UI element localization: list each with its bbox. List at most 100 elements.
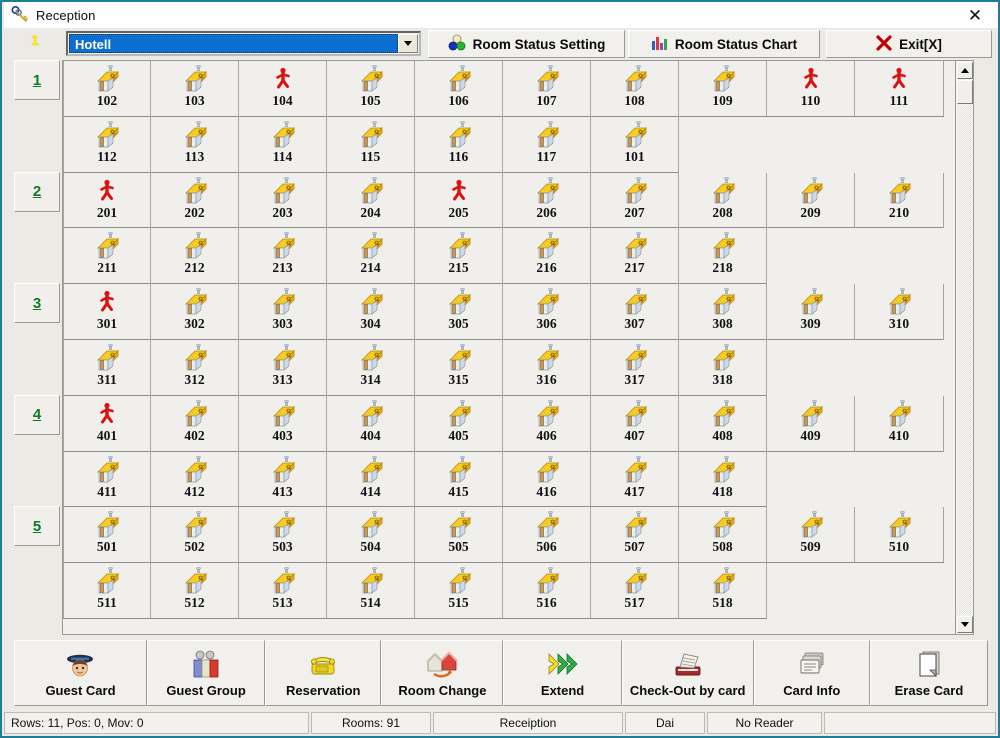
- room-cell-507[interactable]: 507: [591, 507, 679, 564]
- room-cell-214[interactable]: 214: [327, 228, 415, 285]
- room-cell-107[interactable]: 107: [503, 61, 591, 117]
- room-cell-505[interactable]: 505: [415, 507, 503, 564]
- room-cell-503[interactable]: 503: [239, 507, 327, 564]
- room-cell-307[interactable]: 307: [591, 284, 679, 340]
- room-cell-309[interactable]: 309: [767, 284, 855, 340]
- room-cell-502[interactable]: 502: [151, 507, 239, 564]
- room-cell-116[interactable]: 116: [415, 116, 503, 173]
- room-cell-202[interactable]: 202: [151, 172, 239, 229]
- room-cell-417[interactable]: 417: [591, 451, 679, 508]
- floor-button-1[interactable]: 1: [14, 60, 60, 100]
- room-cell-414[interactable]: 414: [327, 451, 415, 508]
- room-cell-401[interactable]: 401: [63, 395, 151, 452]
- room-cell-509[interactable]: 509: [767, 507, 855, 564]
- close-icon[interactable]: ✕: [962, 5, 988, 25]
- scrollbar-track[interactable]: [957, 105, 972, 615]
- room-cell-416[interactable]: 416: [503, 451, 591, 508]
- room-cell-215[interactable]: 215: [415, 228, 503, 285]
- room-cell-208[interactable]: 208: [679, 172, 767, 229]
- room-cell-405[interactable]: 405: [415, 395, 503, 452]
- room-cell-407[interactable]: 407: [591, 395, 679, 452]
- room-cell-203[interactable]: 203: [239, 172, 327, 229]
- room-cell-206[interactable]: 206: [503, 172, 591, 229]
- floor-button-2[interactable]: 2: [14, 171, 60, 212]
- room-cell-205[interactable]: 205: [415, 172, 503, 229]
- room-cell-501[interactable]: 501: [63, 507, 151, 564]
- room-cell-201[interactable]: 201: [63, 172, 151, 229]
- room-cell-512[interactable]: 512: [151, 563, 239, 619]
- room-cell-508[interactable]: 508: [679, 507, 767, 564]
- room-cell-404[interactable]: 404: [327, 395, 415, 452]
- floor-button-5[interactable]: 5: [14, 506, 60, 546]
- room-cell-315[interactable]: 315: [415, 339, 503, 396]
- room-cell-108[interactable]: 108: [591, 61, 679, 117]
- room-cell-110[interactable]: 110: [767, 61, 855, 117]
- floor-button-4[interactable]: 4: [14, 394, 60, 435]
- triangle-down-icon[interactable]: [957, 616, 973, 633]
- room-cell-117[interactable]: 117: [503, 116, 591, 173]
- room-cell-109[interactable]: 109: [679, 61, 767, 117]
- room-cell-513[interactable]: 513: [239, 563, 327, 619]
- room-cell-504[interactable]: 504: [327, 507, 415, 564]
- room-cell-312[interactable]: 312: [151, 339, 239, 396]
- room-cell-209[interactable]: 209: [767, 172, 855, 229]
- action-button-guest-card[interactable]: Guest Card: [14, 640, 147, 706]
- room-cell-403[interactable]: 403: [239, 395, 327, 452]
- room-cell-409[interactable]: 409: [767, 395, 855, 452]
- room-cell-103[interactable]: 103: [151, 61, 239, 117]
- room-cell-104[interactable]: 104: [239, 61, 327, 117]
- room-cell-115[interactable]: 115: [327, 116, 415, 173]
- room-cell-114[interactable]: 114: [239, 116, 327, 173]
- room-cell-511[interactable]: 511: [63, 563, 151, 619]
- action-button-reservation[interactable]: Reservation: [265, 640, 382, 706]
- action-button-card-info[interactable]: Card Info: [753, 640, 870, 706]
- room-cell-412[interactable]: 412: [151, 451, 239, 508]
- room-cell-415[interactable]: 415: [415, 451, 503, 508]
- room-cell-314[interactable]: 314: [327, 339, 415, 396]
- room-cell-308[interactable]: 308: [679, 284, 767, 340]
- room-cell-210[interactable]: 210: [855, 172, 944, 229]
- room-status-chart-button[interactable]: Room Status Chart: [628, 30, 820, 58]
- action-button-room-change[interactable]: Room Change: [381, 640, 504, 706]
- room-cell-207[interactable]: 207: [591, 172, 679, 229]
- room-cell-216[interactable]: 216: [503, 228, 591, 285]
- room-cell-204[interactable]: 204: [327, 172, 415, 229]
- room-cell-105[interactable]: 105: [327, 61, 415, 117]
- room-cell-111[interactable]: 111: [855, 61, 944, 117]
- action-button-check-out-by-card[interactable]: Check-Out by card: [621, 640, 754, 706]
- room-cell-303[interactable]: 303: [239, 284, 327, 340]
- room-cell-211[interactable]: 211: [63, 228, 151, 285]
- exit-button[interactable]: Exit[X]: [826, 30, 992, 58]
- room-cell-518[interactable]: 518: [679, 563, 767, 619]
- room-cell-301[interactable]: 301: [63, 284, 151, 340]
- room-cell-510[interactable]: 510: [855, 507, 944, 564]
- room-cell-316[interactable]: 316: [503, 339, 591, 396]
- action-button-guest-group[interactable]: Guest Group: [146, 640, 266, 706]
- room-cell-313[interactable]: 313: [239, 339, 327, 396]
- hotel-select[interactable]: Hotell: [66, 31, 421, 56]
- room-cell-113[interactable]: 113: [151, 116, 239, 173]
- room-cell-515[interactable]: 515: [415, 563, 503, 619]
- chevron-down-icon[interactable]: [398, 34, 418, 53]
- room-cell-218[interactable]: 218: [679, 228, 767, 285]
- room-cell-402[interactable]: 402: [151, 395, 239, 452]
- action-button-extend[interactable]: Extend: [503, 640, 622, 706]
- room-cell-306[interactable]: 306: [503, 284, 591, 340]
- grid-vertical-scrollbar[interactable]: [955, 61, 973, 634]
- room-cell-302[interactable]: 302: [151, 284, 239, 340]
- room-cell-506[interactable]: 506: [503, 507, 591, 564]
- room-cell-514[interactable]: 514: [327, 563, 415, 619]
- room-cell-101[interactable]: 101: [591, 116, 679, 173]
- room-cell-408[interactable]: 408: [679, 395, 767, 452]
- room-cell-310[interactable]: 310: [855, 284, 944, 340]
- room-cell-406[interactable]: 406: [503, 395, 591, 452]
- room-cell-517[interactable]: 517: [591, 563, 679, 619]
- room-cell-304[interactable]: 304: [327, 284, 415, 340]
- room-cell-413[interactable]: 413: [239, 451, 327, 508]
- room-cell-213[interactable]: 213: [239, 228, 327, 285]
- room-cell-106[interactable]: 106: [415, 61, 503, 117]
- room-cell-317[interactable]: 317: [591, 339, 679, 396]
- room-cell-212[interactable]: 212: [151, 228, 239, 285]
- room-cell-418[interactable]: 418: [679, 451, 767, 508]
- room-cell-318[interactable]: 318: [679, 339, 767, 396]
